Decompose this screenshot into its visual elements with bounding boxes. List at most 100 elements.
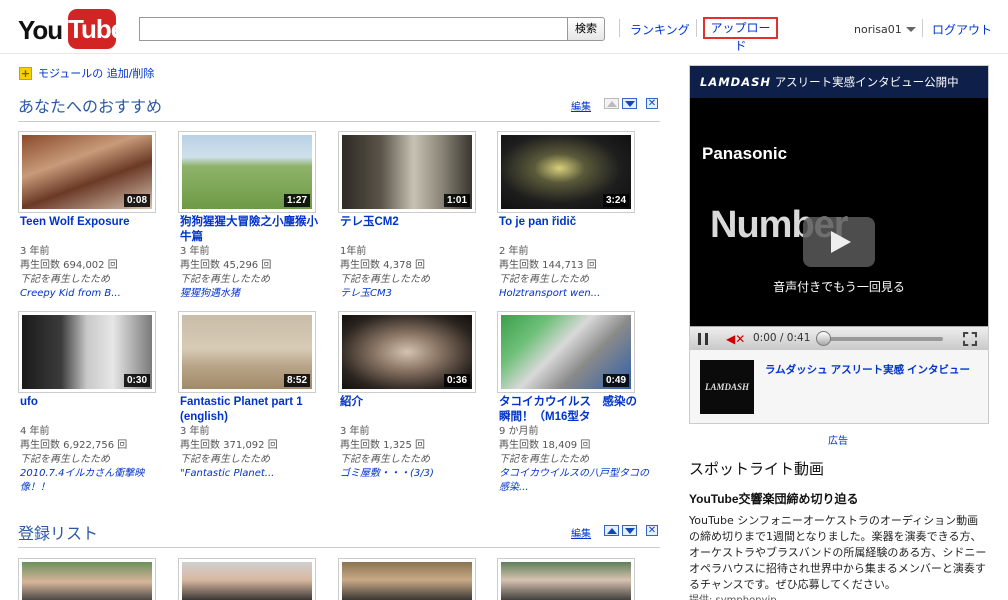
close-module-button[interactable]: ✕ bbox=[646, 98, 658, 109]
add-module-link[interactable]: + モジュールの 追加/削除 bbox=[19, 66, 154, 80]
recommend-reason: 下記を再生したため bbox=[340, 454, 430, 465]
play-icon[interactable] bbox=[803, 217, 875, 267]
ad-banner-brand: LAMDASH bbox=[700, 75, 772, 89]
add-module-label: モジュールの 追加/削除 bbox=[38, 67, 155, 80]
recommend-source-link[interactable]: Creepy Kid from B... bbox=[20, 287, 170, 301]
ad-label[interactable]: 広告 bbox=[828, 432, 848, 447]
recommend-source-link[interactable]: テレ玉CM3 bbox=[340, 287, 490, 301]
pause-icon[interactable] bbox=[698, 333, 708, 345]
video-age: 4 年前 bbox=[20, 426, 50, 437]
arrow-up-icon bbox=[606, 527, 617, 534]
video-thumbnail[interactable]: 0:49 bbox=[497, 311, 635, 393]
move-down-button[interactable] bbox=[622, 98, 637, 109]
recommend-source-link[interactable]: "Fantastic Planet... bbox=[180, 467, 330, 481]
plus-icon: + bbox=[19, 66, 32, 80]
recommend-source-link[interactable]: ゴミ屋敷・・・(3/3) bbox=[340, 467, 490, 481]
recommend-source-link[interactable]: 2010.7.4イルカさん衝撃映像！！ bbox=[20, 467, 170, 495]
fullscreen-icon[interactable] bbox=[963, 332, 977, 346]
move-up-button[interactable] bbox=[604, 98, 619, 109]
video-title-link[interactable]: タコイカウイルス 感染の瞬間！（M16型タ bbox=[499, 395, 637, 425]
header-divider bbox=[922, 19, 923, 37]
subscription-thumbnail[interactable] bbox=[338, 558, 476, 600]
username-menu[interactable]: norisa01 bbox=[854, 23, 902, 36]
video-age: 3 年前 bbox=[20, 246, 50, 257]
close-module-button[interactable]: ✕ bbox=[646, 525, 658, 536]
spotlight-headline-link[interactable]: YouTube交響楽団締め切り迫る bbox=[689, 490, 859, 507]
search-button[interactable]: 検索 bbox=[567, 17, 605, 41]
recommend-reason: 下記を再生したため bbox=[180, 274, 270, 285]
section-divider bbox=[18, 121, 660, 122]
recommend-reason: 下記を再生したため bbox=[499, 454, 589, 465]
lamdash-logo[interactable]: LAMDASH bbox=[700, 360, 754, 414]
logo-tube-text: Tube bbox=[68, 9, 125, 49]
move-up-button[interactable] bbox=[604, 525, 619, 536]
mute-icon[interactable]: ◀✕ bbox=[726, 332, 745, 346]
video-title-link[interactable]: 狗狗猩猩大冒險之小塵猴小牛篇 bbox=[180, 215, 318, 245]
video-duration: 0:36 bbox=[443, 374, 470, 387]
ad-promo: LAMDASH ラムダッシュ アスリート実感 インタビュー bbox=[690, 350, 988, 423]
video-title-link[interactable]: 紹介 bbox=[340, 395, 478, 410]
video-title-link[interactable]: Fantastic Planet part 1 (english) bbox=[180, 395, 318, 425]
video-thumbnail[interactable]: 3:24 bbox=[497, 131, 635, 213]
close-icon: ✕ bbox=[647, 525, 657, 536]
recommended-edit-link[interactable]: 編集 bbox=[571, 98, 591, 113]
recommend-reason: 下記を再生したため bbox=[499, 274, 589, 285]
video-duration: 0:30 bbox=[123, 374, 150, 387]
subscription-thumbnail[interactable] bbox=[18, 558, 156, 600]
section-divider bbox=[18, 547, 660, 548]
recommend-source-link[interactable]: 猩猩狗遇水猪 bbox=[180, 287, 330, 301]
video-thumbnail[interactable]: 0:30 bbox=[18, 311, 156, 393]
ad-replay-caption[interactable]: 音声付きでもう一回見る bbox=[690, 278, 988, 295]
recommend-source-link[interactable]: Holztransport wen... bbox=[499, 287, 649, 301]
recommend-reason: 下記を再生したため bbox=[20, 454, 110, 465]
video-thumbnail[interactable]: 0:36 bbox=[338, 311, 476, 393]
video-thumbnail[interactable]: 8:52 bbox=[178, 311, 316, 393]
upload-link[interactable]: アップロード bbox=[703, 17, 778, 53]
video-title-link[interactable]: To je pan řidič bbox=[499, 215, 637, 230]
seek-bar[interactable] bbox=[823, 337, 943, 341]
player-controls: ◀✕ 0:00 / 0:41 bbox=[690, 326, 988, 350]
subscriptions-title: 登録リスト bbox=[18, 524, 99, 543]
youtube-logo[interactable]: You Tube bbox=[18, 9, 125, 49]
spotlight-title: スポットライト動画 bbox=[689, 460, 825, 478]
video-views: 再生回数 6,922,756 回 bbox=[20, 440, 128, 451]
subscription-thumbnail[interactable] bbox=[497, 558, 635, 600]
video-title-link[interactable]: ufo bbox=[20, 395, 158, 410]
ad-banner[interactable]: LAMDASH アスリート実感インタビュー公開中 bbox=[690, 66, 988, 98]
video-views: 再生回数 18,409 回 bbox=[499, 440, 591, 451]
subscriptions-edit-link[interactable]: 編集 bbox=[571, 525, 591, 540]
video-duration: 3:24 bbox=[602, 194, 629, 207]
video-thumbnail[interactable]: 0:08 bbox=[18, 131, 156, 213]
recommend-reason: 下記を再生したため bbox=[20, 274, 110, 285]
video-age: 3 年前 bbox=[340, 426, 370, 437]
ranking-link[interactable]: ランキング bbox=[630, 21, 690, 38]
ad-video-player[interactable]: Panasonic Number 音声付きでもう一回見る bbox=[690, 98, 988, 326]
masthead: You Tube 検索 ランキング アップロード norisa01 ログアウト bbox=[0, 0, 1008, 54]
subscription-thumbnail[interactable] bbox=[178, 558, 316, 600]
recommend-source-link[interactable]: タコイカウイルスの八戸型タコの感染... bbox=[499, 467, 649, 495]
ad-banner-text: アスリート実感インタビュー公開中 bbox=[774, 75, 959, 89]
logout-link[interactable]: ログアウト bbox=[932, 21, 992, 38]
video-title-link[interactable]: Teen Wolf Exposure bbox=[20, 215, 158, 230]
video-duration: 1:27 bbox=[283, 194, 310, 207]
ad-unit[interactable]: LAMDASH アスリート実感インタビュー公開中 Panasonic Numbe… bbox=[689, 65, 989, 424]
move-down-button[interactable] bbox=[622, 525, 637, 536]
ad-promo-link[interactable]: ラムダッシュ アスリート実感 インタビュー bbox=[765, 362, 970, 377]
video-thumbnail[interactable]: 1:01 bbox=[338, 131, 476, 213]
video-title-link[interactable]: テレ玉CM2 bbox=[340, 215, 478, 230]
video-age: 3 年前 bbox=[180, 246, 210, 257]
video-duration: 0:08 bbox=[123, 194, 150, 207]
video-views: 再生回数 4,378 回 bbox=[340, 260, 425, 271]
recommend-reason: 下記を再生したため bbox=[340, 274, 430, 285]
video-thumbnail[interactable]: 1:27 bbox=[178, 131, 316, 213]
header-divider bbox=[619, 19, 620, 37]
arrow-down-icon bbox=[624, 527, 635, 534]
video-views: 再生回数 371,092 回 bbox=[180, 440, 278, 451]
chevron-down-icon[interactable] bbox=[906, 27, 916, 32]
logo-you-text: You bbox=[18, 15, 63, 45]
video-age: 1年前 bbox=[340, 246, 367, 257]
seek-handle[interactable] bbox=[816, 331, 831, 346]
arrow-up-icon bbox=[606, 100, 617, 107]
search-input[interactable] bbox=[139, 17, 567, 41]
arrow-down-icon bbox=[624, 100, 635, 107]
